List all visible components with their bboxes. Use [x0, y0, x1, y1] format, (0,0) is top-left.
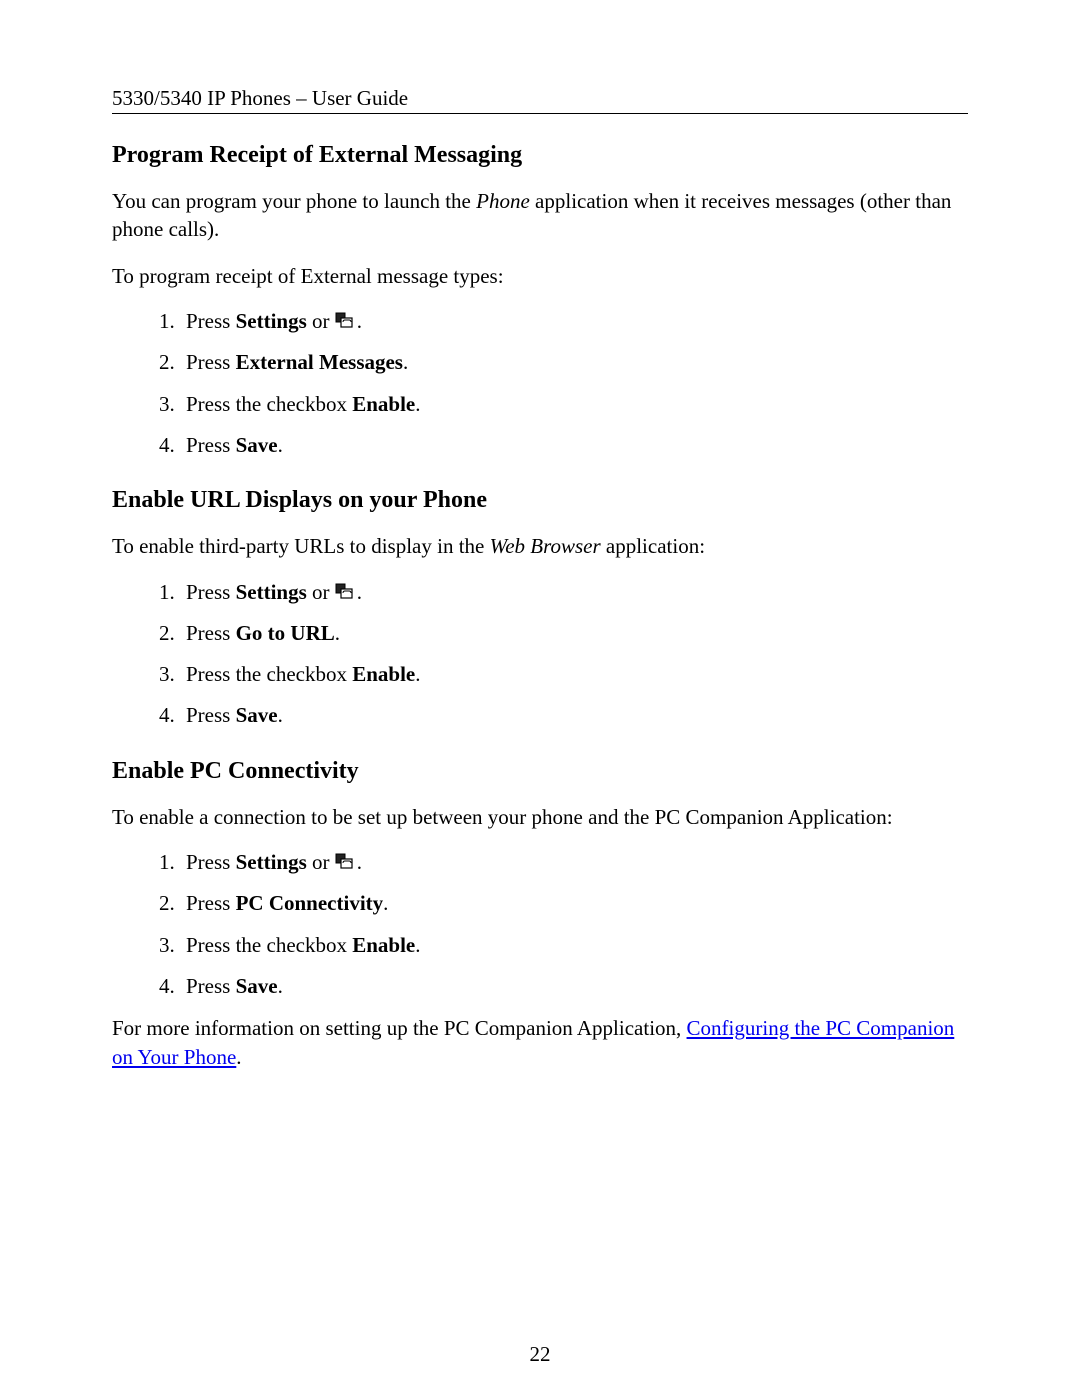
page-number: 22: [0, 1342, 1080, 1367]
list-item: Press Save.: [180, 702, 968, 729]
text: or: [307, 850, 335, 874]
applications-icon: [335, 853, 357, 873]
paragraph: To program receipt of External message t…: [112, 262, 968, 290]
ordered-list: Press Settings or . Press PC Connectivit…: [112, 849, 968, 1000]
bold-text: External Messages: [236, 350, 403, 374]
text: Press the checkbox: [186, 392, 352, 416]
text: or: [307, 309, 335, 333]
text: .: [278, 433, 283, 457]
heading-enable-pc: Enable PC Connectivity: [112, 758, 968, 785]
text: To enable third-party URLs to display in…: [112, 534, 490, 558]
text: .: [236, 1045, 241, 1069]
bold-text: Save: [236, 703, 278, 727]
text: You can program your phone to launch the: [112, 189, 476, 213]
applications-icon: [335, 312, 357, 332]
bold-text: PC Connectivity: [236, 891, 384, 915]
list-item: Press Go to URL.: [180, 620, 968, 647]
text: Press: [186, 433, 236, 457]
list-item: Press Settings or .: [180, 308, 968, 335]
bold-text: Settings: [236, 580, 307, 604]
text: .: [335, 621, 340, 645]
bold-text: Enable: [352, 662, 415, 686]
text: Press: [186, 309, 236, 333]
header-rule: [112, 113, 968, 114]
bold-text: Go to URL: [236, 621, 335, 645]
list-item: Press Settings or .: [180, 579, 968, 606]
text: Press the checkbox: [186, 933, 352, 957]
list-item: Press External Messages.: [180, 349, 968, 376]
text: Press: [186, 891, 236, 915]
applications-icon: [335, 583, 357, 603]
paragraph: To enable third-party URLs to display in…: [112, 532, 968, 560]
text: Press: [186, 974, 236, 998]
list-item: Press Save.: [180, 973, 968, 1000]
page: 5330/5340 IP Phones – User Guide Program…: [0, 0, 1080, 1397]
text: Press: [186, 350, 236, 374]
text: .: [278, 703, 283, 727]
heading-program-receipt: Program Receipt of External Messaging: [112, 142, 968, 169]
text: .: [357, 580, 362, 604]
heading-enable-url: Enable URL Displays on your Phone: [112, 487, 968, 514]
text: .: [278, 974, 283, 998]
text: Press: [186, 580, 236, 604]
paragraph: For more information on setting up the P…: [112, 1014, 968, 1071]
bold-text: Enable: [352, 933, 415, 957]
text: .: [415, 662, 420, 686]
text: .: [415, 392, 420, 416]
bold-text: Settings: [236, 309, 307, 333]
text: Press: [186, 850, 236, 874]
ordered-list: Press Settings or . Press Go to URL. Pre…: [112, 579, 968, 730]
bold-text: Enable: [352, 392, 415, 416]
italic-text: Phone: [476, 189, 530, 213]
paragraph: To enable a connection to be set up betw…: [112, 803, 968, 831]
text: .: [357, 850, 362, 874]
text: .: [383, 891, 388, 915]
text: application:: [601, 534, 705, 558]
ordered-list: Press Settings or . Press External Messa…: [112, 308, 968, 459]
text: .: [403, 350, 408, 374]
list-item: Press Settings or .: [180, 849, 968, 876]
running-header: 5330/5340 IP Phones – User Guide: [112, 86, 968, 111]
text: Press the checkbox: [186, 662, 352, 686]
paragraph: You can program your phone to launch the…: [112, 187, 968, 244]
text: .: [415, 933, 420, 957]
italic-text: Web Browser: [490, 534, 601, 558]
text: or: [307, 580, 335, 604]
text: For more information on setting up the P…: [112, 1016, 687, 1040]
list-item: Press Save.: [180, 432, 968, 459]
text: Press: [186, 621, 236, 645]
text: Press: [186, 703, 236, 727]
text: .: [357, 309, 362, 333]
bold-text: Save: [236, 974, 278, 998]
list-item: Press the checkbox Enable.: [180, 932, 968, 959]
list-item: Press the checkbox Enable.: [180, 391, 968, 418]
bold-text: Save: [236, 433, 278, 457]
bold-text: Settings: [236, 850, 307, 874]
list-item: Press PC Connectivity.: [180, 890, 968, 917]
list-item: Press the checkbox Enable.: [180, 661, 968, 688]
